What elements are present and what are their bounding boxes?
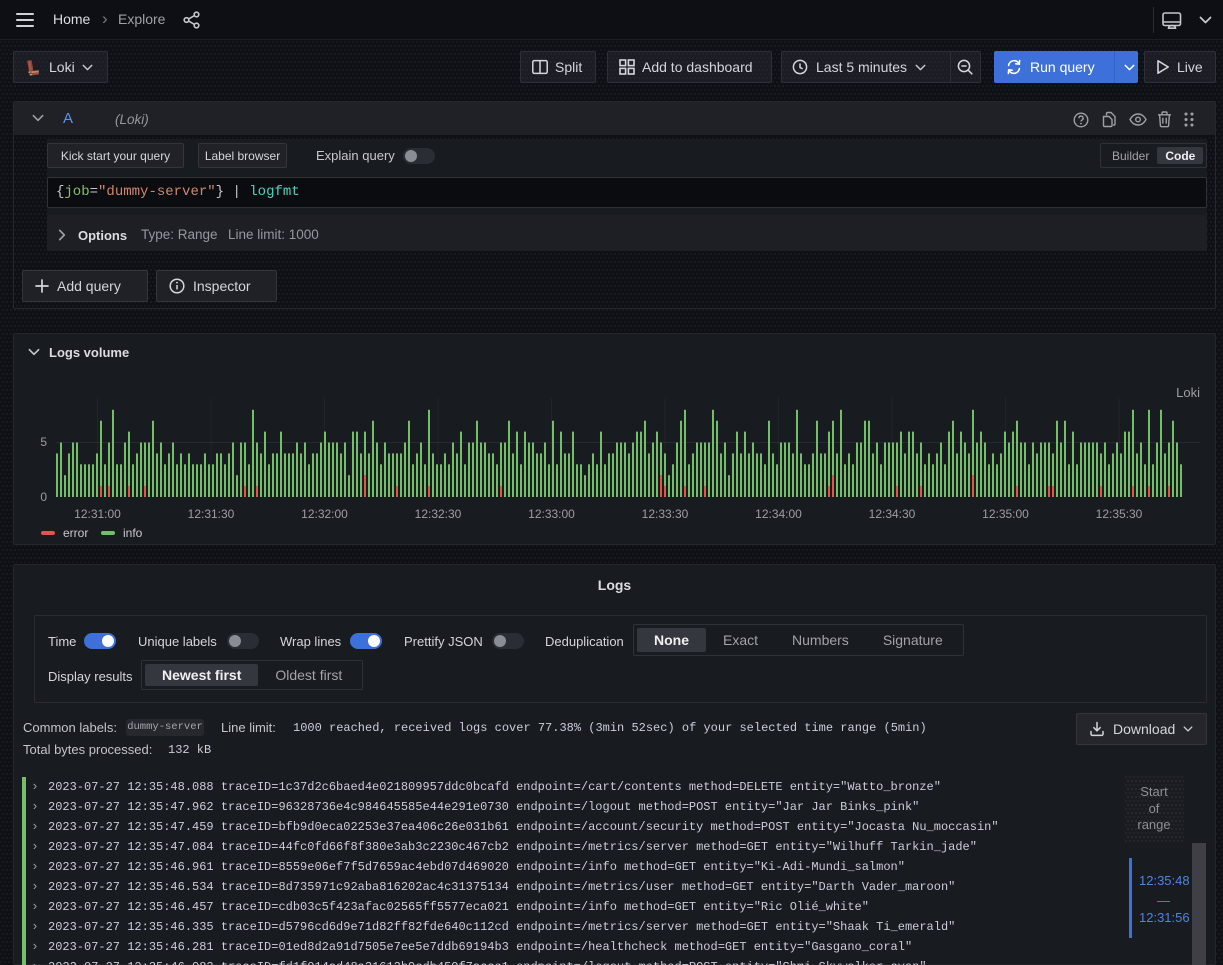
svg-text:0: 0 [40, 490, 47, 504]
svg-text:12:35:00: 12:35:00 [982, 507, 1029, 521]
svg-text:12:33:00: 12:33:00 [528, 507, 575, 521]
svg-text:12:32:00: 12:32:00 [301, 507, 348, 521]
svg-text:5: 5 [40, 435, 47, 449]
svg-text:12:31:30: 12:31:30 [188, 507, 235, 521]
svg-text:12:32:30: 12:32:30 [415, 507, 462, 521]
svg-text:12:33:30: 12:33:30 [642, 507, 689, 521]
svg-text:12:35:30: 12:35:30 [1096, 507, 1143, 521]
svg-text:12:34:30: 12:34:30 [869, 507, 916, 521]
svg-text:12:34:00: 12:34:00 [755, 507, 802, 521]
svg-text:12:31:00: 12:31:00 [74, 507, 121, 521]
